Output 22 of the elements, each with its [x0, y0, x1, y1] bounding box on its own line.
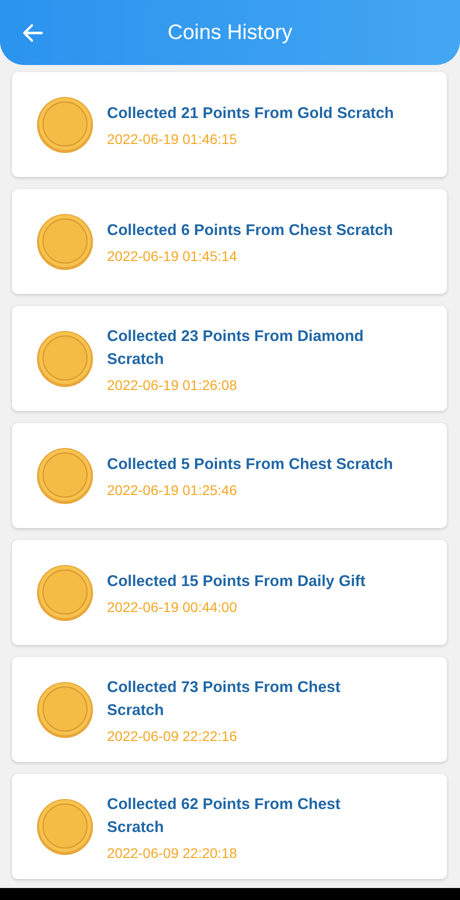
coin-icon [37, 330, 93, 386]
entry-title: Collected 62 Points From Chest Scratch [107, 794, 342, 838]
coin-icon [37, 798, 93, 854]
entry-title: Collected 6 Points From Chest Scratch [107, 221, 393, 241]
entry-title: Collected 73 Points From Chest Scratch [107, 678, 342, 720]
coin-icon [37, 564, 93, 620]
entry-timestamp: 2022-06-09 22:20:18 [107, 844, 238, 860]
entry-timestamp: 2022-06-19 01:45:14 [107, 248, 238, 264]
entry-title: Collected 5 Points From Chest Scratch [107, 455, 393, 475]
entry-title: Collected 21 Points From Gold Scratch [107, 104, 394, 124]
coin-icon [37, 214, 93, 270]
entry-timestamp: 2022-06-19 01:46:15 [107, 131, 238, 147]
coin-icon [37, 448, 93, 504]
entry-timestamp: 2022-06-19 00:44:00 [107, 599, 238, 615]
coin-icon [37, 682, 93, 738]
entry-timestamp: 2022-06-09 22:22:16 [107, 728, 238, 744]
entry-timestamp: 2022-06-19 01:25:46 [107, 482, 238, 498]
entry-timestamp: 2022-06-19 01:26:08 [107, 376, 238, 392]
screen-title: Coins History [168, 20, 292, 44]
entry-title: Collected 15 Points From Daily Gift [107, 572, 366, 592]
entry-title: Collected 23 Points From Diamond Scratch [107, 326, 365, 370]
coin-icon [37, 96, 93, 152]
